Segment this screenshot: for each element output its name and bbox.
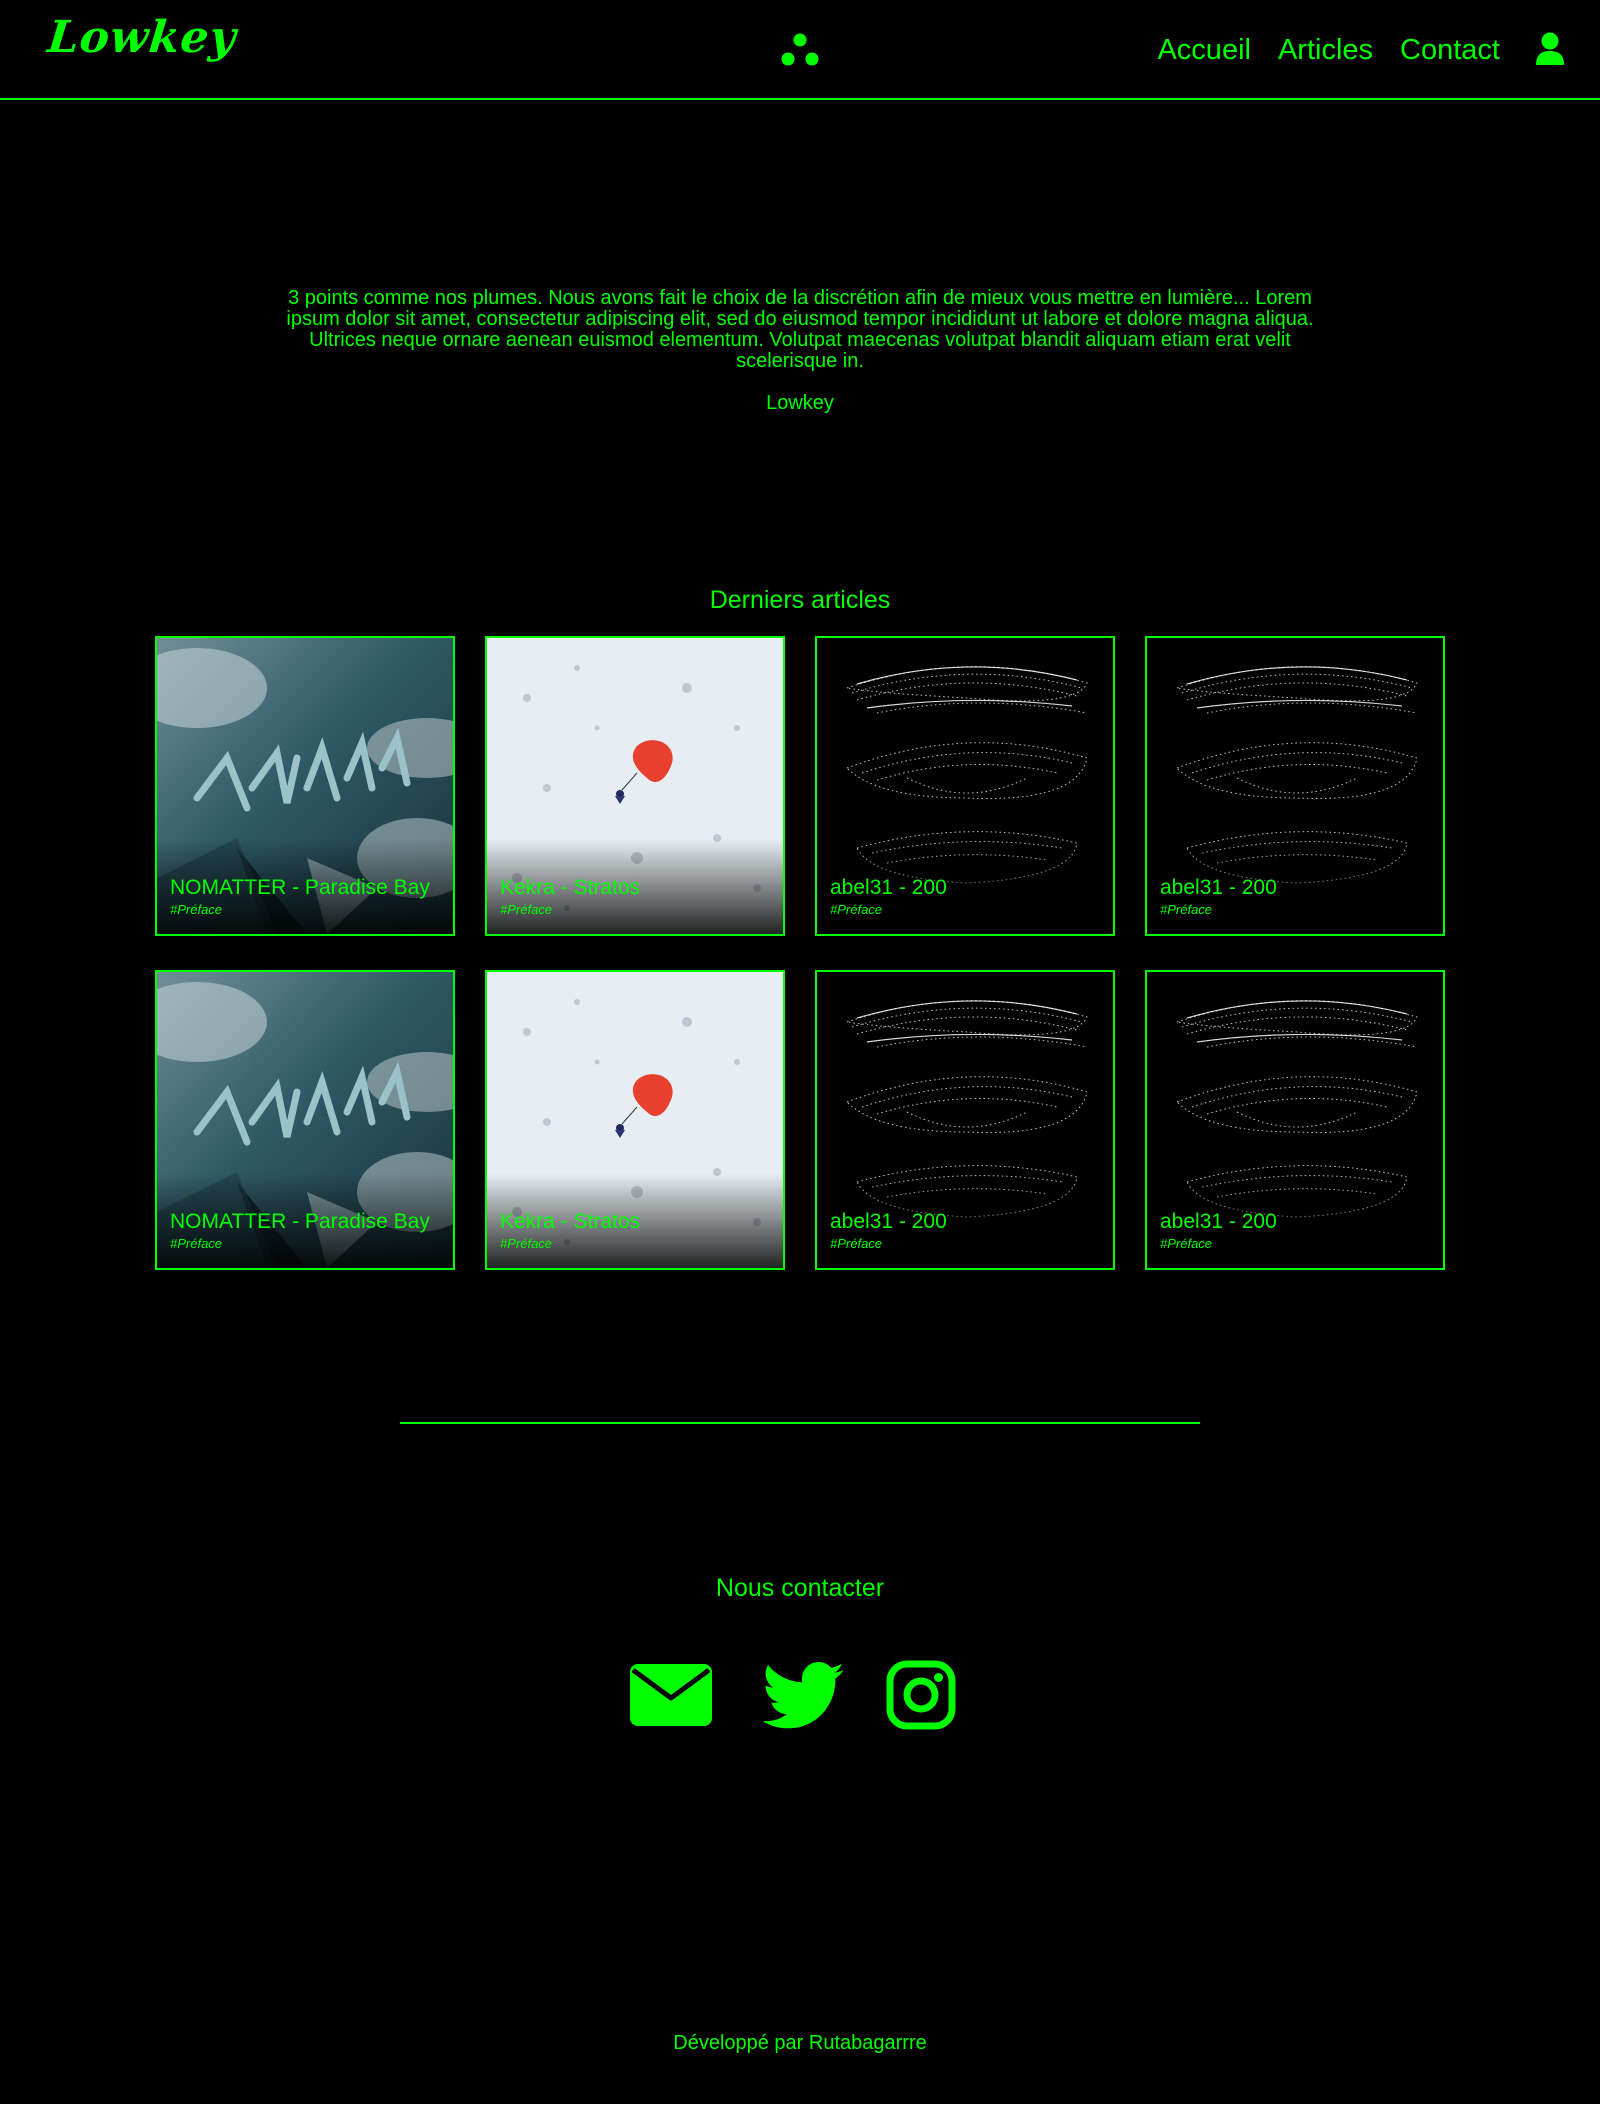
instagram-icon[interactable] bbox=[886, 1660, 956, 1730]
article-title: Kekra - Stratos bbox=[500, 1210, 641, 1233]
user-account-icon[interactable] bbox=[1535, 32, 1565, 66]
article-tag: #Préface bbox=[170, 1236, 223, 1251]
site-logo[interactable]: Lowkey bbox=[45, 12, 239, 63]
article-card[interactable]: Kekra - Stratos #Préface bbox=[485, 970, 785, 1270]
article-tag: #Préface bbox=[170, 902, 223, 917]
article-card[interactable]: abel31 - 200 #Préface bbox=[1145, 636, 1445, 936]
article-title: NOMATTER - Paradise Bay bbox=[170, 1210, 430, 1233]
article-card[interactable]: NOMATTER - Paradise Bay #Préface bbox=[155, 636, 455, 936]
articles-heading: Derniers articles bbox=[709, 586, 891, 614]
main-nav: Accueil Articles Contact bbox=[1157, 28, 1500, 72]
article-tag: #Préface bbox=[500, 1236, 553, 1251]
article-title: abel31 - 200 bbox=[1160, 876, 1277, 899]
article-title: abel31 - 200 bbox=[1160, 1210, 1277, 1233]
article-tag: #Préface bbox=[500, 902, 553, 917]
article-title: abel31 - 200 bbox=[830, 1210, 947, 1233]
envelope-icon[interactable] bbox=[630, 1664, 712, 1726]
article-card[interactable]: abel31 - 200 #Préface bbox=[815, 970, 1115, 1270]
contact-heading: Nous contacter bbox=[715, 1574, 885, 1602]
intro-signature: Lowkey bbox=[766, 392, 834, 414]
article-title: Kekra - Stratos bbox=[500, 876, 641, 899]
article-title: abel31 - 200 bbox=[830, 876, 947, 899]
site-footer: Développé par Rutabagarrre bbox=[673, 2032, 927, 2054]
article-tag: #Préface bbox=[830, 902, 883, 917]
section-divider bbox=[400, 1422, 1200, 1424]
article-card[interactable]: NOMATTER - Paradise Bay #Préface bbox=[155, 970, 455, 1270]
article-card[interactable]: Kekra - Stratos #Préface bbox=[485, 636, 785, 936]
site-header: Lowkey Accueil Articles Contact bbox=[0, 0, 1600, 100]
article-tag: #Préface bbox=[1160, 1236, 1213, 1251]
article-card[interactable]: abel31 - 200 #Préface bbox=[815, 636, 1115, 936]
article-card[interactable]: abel31 - 200 #Préface bbox=[1145, 970, 1445, 1270]
article-tag: #Préface bbox=[830, 1236, 883, 1251]
contact-icons bbox=[0, 1660, 1600, 1734]
twitter-icon[interactable] bbox=[762, 1662, 844, 1730]
article-title: NOMATTER - Paradise Bay bbox=[170, 876, 430, 899]
articles-grid: NOMATTER - Paradise Bay #Préface Kekra -… bbox=[155, 636, 1445, 1270]
three-dots-logo-icon bbox=[781, 33, 819, 66]
intro-text: 3 points comme nos plumes. Nous avons fa… bbox=[286, 287, 1314, 372]
nav-link-contact[interactable]: Contact bbox=[1400, 28, 1500, 72]
nav-link-articles[interactable]: Articles bbox=[1278, 28, 1373, 72]
nav-link-accueil[interactable]: Accueil bbox=[1157, 28, 1251, 72]
article-tag: #Préface bbox=[1160, 902, 1213, 917]
